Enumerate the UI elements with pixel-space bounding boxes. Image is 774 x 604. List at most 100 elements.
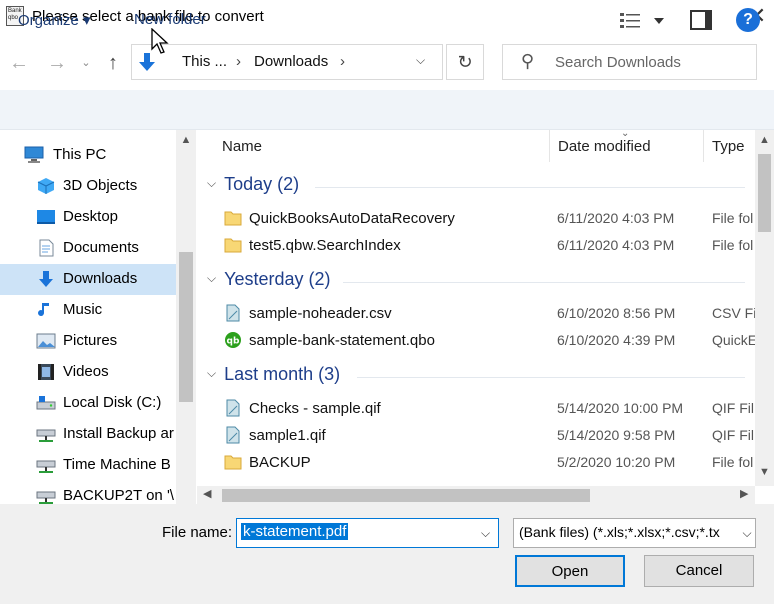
- breadcrumb-separator[interactable]: ›: [236, 53, 241, 70]
- nav-item-label: This PC: [53, 146, 107, 163]
- nav-item-label: 3D Objects: [63, 177, 138, 194]
- search-placeholder: Search Downloads: [555, 54, 681, 71]
- nav-item[interactable]: Documents: [0, 233, 176, 264]
- preview-pane-icon[interactable]: [690, 10, 712, 30]
- file-date-modified: 5/2/2020 10:20 PM: [557, 454, 676, 470]
- nav-item-label: Videos: [63, 363, 109, 380]
- file-date-modified: 6/11/2020 4:03 PM: [557, 210, 675, 226]
- recent-locations-chevron-icon[interactable]: ⌄: [78, 50, 94, 76]
- nav-item[interactable]: Time Machine B: [0, 450, 176, 481]
- scroll-up-icon[interactable]: ▲: [755, 134, 774, 146]
- file-row[interactable]: qb sample-bank-statement.qbo 6/10/2020 4:3…: [197, 327, 755, 354]
- file-name-input[interactable]: k-statement.pdf ⌵: [236, 518, 499, 548]
- nav-item[interactable]: 3D Objects: [0, 171, 176, 202]
- file-name: sample-bank-statement.qbo: [249, 332, 435, 349]
- group-header-label: Last month (3): [224, 364, 341, 384]
- nav-scrollbar-thumb[interactable]: [179, 252, 193, 402]
- nav-item-label: Desktop: [63, 208, 119, 225]
- column-header-name[interactable]: Name: [222, 138, 262, 155]
- nav-item-label: Pictures: [63, 332, 118, 349]
- folder-icon: [224, 236, 242, 254]
- network-drive-icon: [36, 425, 56, 443]
- view-options-icon[interactable]: [620, 10, 668, 32]
- file-list: ⌄ Name Date modified Type ⌵ Today (2) Quic…: [197, 130, 755, 486]
- cancel-button[interactable]: Cancel: [644, 555, 754, 587]
- network-drive-icon: [36, 487, 56, 505]
- group-header[interactable]: ⌵ Today (2): [207, 174, 299, 195]
- file-row[interactable]: QuickBooksAutoDataRecovery 6/11/2020 4:03…: [197, 205, 755, 232]
- file-name: BACKUP: [249, 454, 311, 471]
- open-button[interactable]: Open: [515, 555, 625, 587]
- back-arrow-icon[interactable]: ←: [6, 50, 32, 76]
- file-date-modified: 5/14/2020 10:00 PM: [557, 400, 684, 416]
- quickbooks-icon: qb: [224, 331, 242, 349]
- collapse-chevron-icon[interactable]: ⌵: [207, 366, 216, 380]
- file-row[interactable]: BACKUP 5/2/2020 10:20 PM File fol: [197, 449, 755, 476]
- scroll-left-icon[interactable]: ◀: [203, 487, 211, 500]
- documents-icon: [36, 239, 56, 257]
- file-type-select[interactable]: (Bank files) (*.xls;*.xlsx;*.csv;*.tx ⌵: [513, 518, 756, 548]
- chevron-down-icon[interactable]: ⌵: [738, 526, 755, 541]
- pictures-icon: [36, 332, 56, 350]
- up-arrow-icon[interactable]: ↑: [100, 50, 126, 76]
- file-type: QuickE: [712, 332, 755, 348]
- scroll-down-icon[interactable]: ▼: [755, 466, 774, 478]
- file-name-value[interactable]: k-statement.pdf: [241, 523, 349, 540]
- file-type: CSV Fi: [712, 305, 755, 321]
- breadcrumb-downloads[interactable]: Downloads: [254, 53, 328, 70]
- group-header[interactable]: ⌵ Last month (3): [207, 364, 340, 385]
- file-row[interactable]: sample-noheader.csv 6/10/2020 8:56 PM CSV …: [197, 300, 755, 327]
- nav-item-label: Local Disk (C:): [63, 394, 162, 411]
- column-header-date-modified[interactable]: Date modified: [558, 138, 651, 155]
- csv-file-icon: [224, 304, 242, 322]
- column-header-type[interactable]: Type: [712, 138, 745, 155]
- file-row[interactable]: Checks - sample.qif 5/14/2020 10:00 PM QIF…: [197, 395, 755, 422]
- file-row[interactable]: sample1.qif 5/14/2020 9:58 PM QIF Fil: [197, 422, 755, 449]
- nav-item-label: Install Backup ar: [63, 425, 174, 442]
- scroll-right-icon[interactable]: ▶: [740, 487, 748, 500]
- nav-item[interactable]: Music: [0, 295, 176, 326]
- refresh-button[interactable]: ↻: [446, 44, 484, 80]
- group-divider: [357, 377, 745, 378]
- help-icon[interactable]: ?: [736, 8, 760, 32]
- this-pc-icon: [24, 146, 44, 164]
- 3d-objects-icon: [36, 177, 56, 195]
- chevron-down-icon[interactable]: ⌵: [481, 526, 490, 541]
- organize-button[interactable]: Organize ▾: [18, 11, 91, 29]
- group-header[interactable]: ⌵ Yesterday (2): [207, 269, 331, 290]
- nav-item[interactable]: Pictures: [0, 326, 176, 357]
- column-divider[interactable]: [703, 130, 704, 162]
- nav-item[interactable]: Desktop: [0, 202, 176, 233]
- group-header-label: Today (2): [224, 174, 300, 194]
- vertical-scrollbar-thumb[interactable]: [758, 154, 771, 232]
- nav-item[interactable]: Videos: [0, 357, 176, 388]
- nav-item[interactable]: Local Disk (C:): [0, 388, 176, 419]
- nav-item[interactable]: Downloads: [0, 264, 176, 295]
- videos-icon: [36, 363, 56, 381]
- address-bar[interactable]: This ... › Downloads › ⌵: [131, 44, 443, 80]
- file-row[interactable]: test5.qbw.SearchIndex 6/11/2020 4:03 PM Fi…: [197, 232, 755, 259]
- breadcrumb-separator[interactable]: ›: [340, 53, 345, 70]
- chevron-down-icon[interactable]: ⌵: [416, 53, 425, 68]
- forward-arrow-icon[interactable]: →: [44, 50, 70, 76]
- horizontal-scrollbar-thumb[interactable]: [222, 489, 590, 502]
- new-folder-button[interactable]: New folder: [134, 11, 206, 28]
- folder-icon: [224, 453, 242, 471]
- breadcrumb-this-pc[interactable]: This ...: [182, 53, 227, 70]
- file-date-modified: 5/14/2020 9:58 PM: [557, 427, 676, 443]
- collapse-chevron-icon[interactable]: ⌵: [207, 176, 216, 190]
- nav-item[interactable]: Install Backup ar: [0, 419, 176, 450]
- nav-item[interactable]: This PC: [0, 140, 176, 171]
- qif-file-icon: [224, 426, 242, 444]
- file-type: File fol: [712, 454, 754, 470]
- search-icon: ⚲: [521, 51, 535, 71]
- file-name-label: File name:: [162, 524, 233, 541]
- file-type: File fol: [712, 237, 754, 253]
- search-input[interactable]: ⚲ Search Downloads: [502, 44, 757, 80]
- scroll-up-icon[interactable]: ▲: [176, 134, 196, 146]
- nav-item-label: Music: [63, 301, 103, 318]
- downloads-icon: [36, 270, 56, 288]
- column-divider[interactable]: [549, 130, 550, 162]
- group-divider: [343, 282, 745, 283]
- collapse-chevron-icon[interactable]: ⌵: [207, 271, 216, 285]
